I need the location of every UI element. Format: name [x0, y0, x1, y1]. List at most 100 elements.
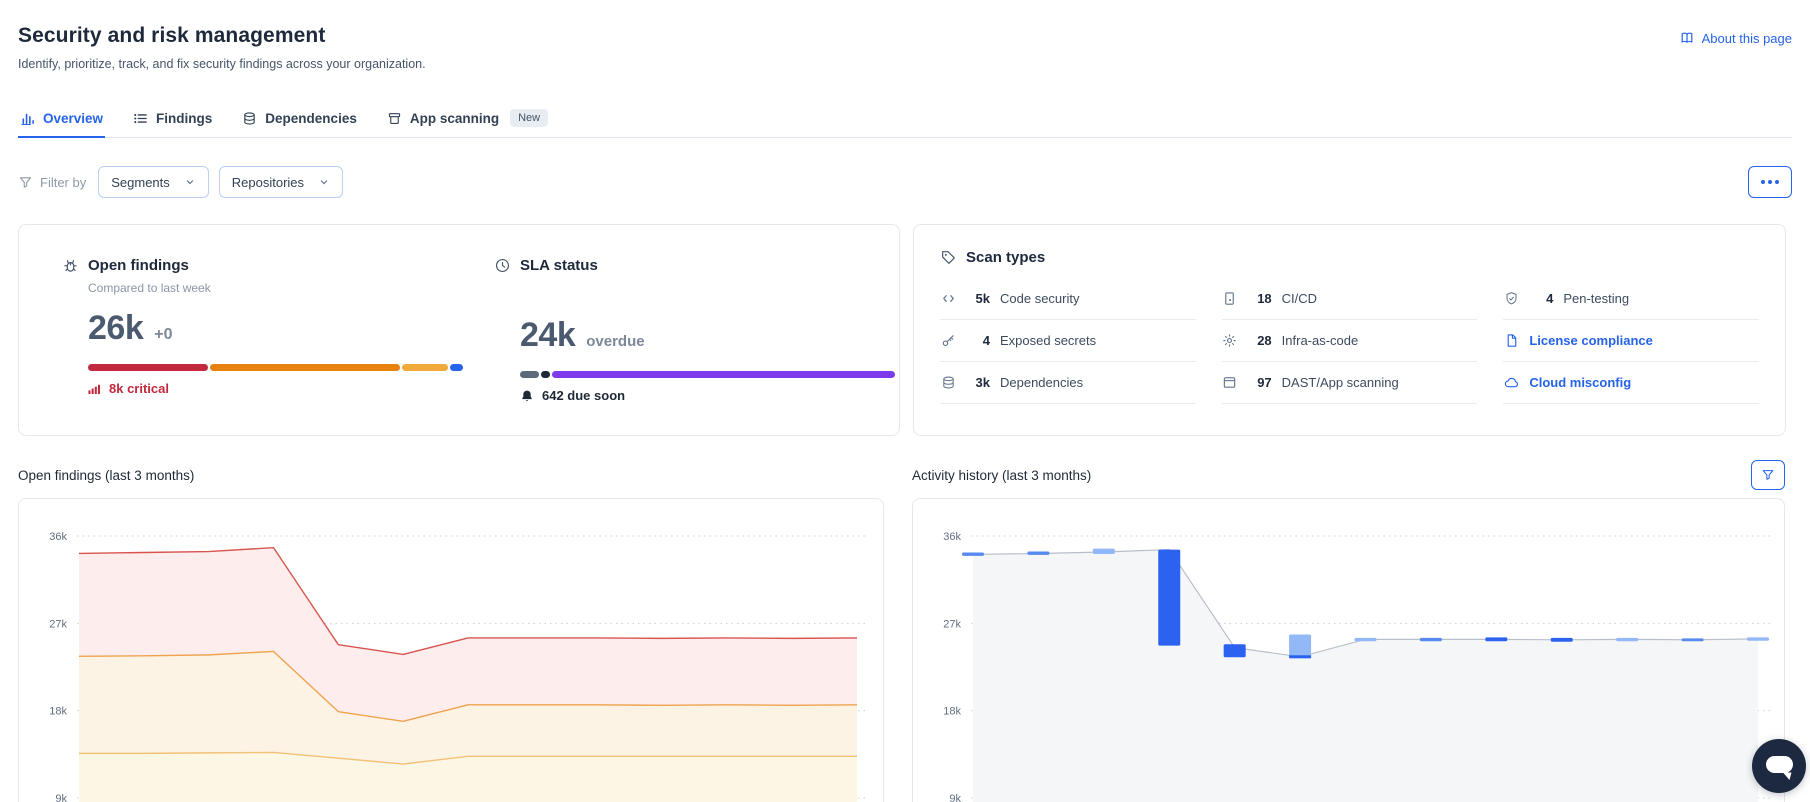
critical-stat-label: 8k critical — [109, 381, 169, 396]
open-findings-section: Open findings Compared to last week 26k … — [62, 257, 494, 435]
database-icon — [242, 111, 257, 126]
sla-value: 24k — [520, 316, 576, 354]
sla-status-title: SLA status — [520, 257, 598, 274]
page-header: Security and risk management About this … — [18, 0, 1792, 48]
scan-types-column-1: 5k Code security 4 Exposed secrets 3k De… — [940, 278, 1196, 404]
tab-dependencies-label: Dependencies — [265, 110, 357, 126]
repositories-dropdown[interactable]: Repositories — [218, 166, 344, 198]
open-findings-subtitle: Compared to last week — [88, 281, 211, 295]
open-findings-chart-block: Open findings (last 3 months) 36k 27k 18k 9… — [18, 460, 884, 802]
bug-icon — [62, 257, 79, 274]
new-badge: New — [510, 109, 549, 127]
tab-findings[interactable]: Findings — [133, 109, 212, 137]
filter-row: Filter by Segments Repositories — [18, 166, 1792, 198]
open-findings-area-chart: 36k 27k 18k 9k — [49, 531, 869, 802]
key-icon — [940, 333, 956, 348]
code-icon — [940, 291, 956, 306]
scan-type-cicd[interactable]: 18 CI/CD — [1221, 278, 1478, 320]
chevron-down-icon — [184, 176, 196, 188]
open-findings-chart-card: 36k 27k 18k 9k — [18, 498, 884, 802]
tab-overview-label: Overview — [43, 110, 104, 126]
sla-status-title-row: SLA status — [494, 257, 895, 274]
funnel-icon — [18, 175, 33, 190]
chat-widget-button[interactable] — [1752, 739, 1806, 793]
scan-type-dast-app-scanning[interactable]: 97 DAST/App scanning — [1221, 362, 1478, 404]
svg-text:27k: 27k — [943, 618, 961, 630]
svg-text:9k: 9k — [55, 793, 67, 802]
open-findings-value: 26k — [88, 309, 144, 347]
tag-icon — [940, 249, 957, 266]
activity-history-bar-chart: 36k 27k 18k 9k — [943, 531, 1770, 802]
svg-text:18k: 18k — [49, 706, 67, 718]
activity-filter-button[interactable] — [1751, 460, 1785, 490]
segments-dropdown[interactable]: Segments — [98, 166, 209, 198]
activity-history-chart-head: Activity history (last 3 months) — [912, 460, 1785, 490]
activity-history-chart-title: Activity history (last 3 months) — [912, 467, 1092, 483]
open-findings-title: Open findings — [88, 257, 189, 274]
tab-overview[interactable]: Overview — [17, 109, 106, 138]
scan-types-card: Scan types 5k Code security 4 Exposed se… — [913, 224, 1786, 436]
due-soon-stat: 642 due soon — [520, 388, 895, 403]
scan-types-column-2: 18 CI/CD 28 Infra-as-code 97 DAST/App sc… — [1221, 278, 1478, 404]
scan-type-dependencies[interactable]: 3k Dependencies — [940, 362, 1196, 404]
tab-app-scanning-label: App scanning — [409, 110, 500, 126]
svg-text:9k: 9k — [949, 793, 961, 802]
critical-stat: 8k critical — [88, 381, 494, 396]
page-title: Security and risk management — [18, 24, 326, 47]
segments-dropdown-value: Segments — [111, 174, 170, 190]
bar-chart-icon — [20, 111, 35, 126]
sla-bar — [520, 371, 895, 378]
svg-text:18k: 18k — [943, 706, 961, 718]
pipeline-file-icon — [1222, 291, 1238, 306]
scan-types-column-3: 4 Pen-testing License compliance Cloud m… — [1503, 278, 1759, 404]
document-icon — [1503, 333, 1519, 348]
svg-text:27k: 27k — [49, 618, 67, 630]
stats-card: Open findings Compared to last week 26k … — [18, 224, 900, 436]
repositories-dropdown-value: Repositories — [231, 174, 305, 190]
chevron-down-icon — [318, 176, 330, 188]
gear-icon — [1222, 333, 1238, 348]
activity-history-chart-card: 36k 27k 18k 9k — [912, 498, 1785, 802]
tab-dependencies[interactable]: Dependencies — [242, 109, 357, 137]
summary-row: Open findings Compared to last week 26k … — [18, 224, 1792, 436]
list-icon — [133, 111, 148, 126]
open-findings-delta: +0 — [154, 326, 173, 343]
sla-metric: 24k overdue — [520, 316, 895, 355]
open-findings-chart-head: Open findings (last 3 months) — [18, 460, 884, 490]
scan-types-title-row: Scan types — [940, 249, 1759, 266]
svg-text:36k: 36k — [49, 531, 67, 543]
severity-bar — [88, 364, 463, 371]
funnel-icon — [1761, 468, 1775, 482]
security-dashboard-page: Security and risk management About this … — [0, 0, 1810, 802]
database-icon — [940, 375, 956, 390]
charts-row: Open findings (last 3 months) 36k 27k 18k 9… — [18, 460, 1792, 802]
bell-icon — [520, 389, 534, 403]
tab-app-scanning[interactable]: App scanning New — [387, 109, 549, 137]
more-options-button[interactable] — [1748, 166, 1792, 198]
scan-type-exposed-secrets[interactable]: 4 Exposed secrets — [940, 320, 1196, 362]
mini-bars-icon — [88, 382, 101, 395]
scan-type-pen-testing[interactable]: 4 Pen-testing — [1503, 278, 1759, 320]
scan-type-cloud-misconfig[interactable]: Cloud misconfig — [1503, 362, 1759, 404]
page-subtitle: Identify, prioritize, track, and fix sec… — [18, 57, 426, 71]
open-findings-metric: 26k +0 — [88, 309, 494, 348]
about-this-page-link[interactable]: About this page — [1679, 30, 1792, 46]
clock-icon — [494, 257, 511, 274]
box-icon — [387, 111, 402, 126]
filter-by-label: Filter by — [18, 175, 86, 190]
open-findings-chart-title: Open findings (last 3 months) — [18, 467, 195, 483]
tab-findings-label: Findings — [156, 110, 213, 126]
chat-bubble-icon — [1752, 739, 1806, 793]
tab-bar: Overview Findings Dependencies App scann… — [17, 109, 1792, 138]
scan-type-code-security[interactable]: 5k Code security — [940, 278, 1196, 320]
book-icon — [1679, 30, 1695, 46]
scan-type-license-compliance[interactable]: License compliance — [1503, 320, 1759, 362]
scan-types-title: Scan types — [966, 249, 1046, 266]
svg-text:36k: 36k — [943, 531, 961, 543]
sla-status-section: SLA status 24k overdue 642 due soon — [494, 257, 895, 435]
scan-type-infra-as-code[interactable]: 28 Infra-as-code — [1221, 320, 1478, 362]
shield-check-icon — [1503, 291, 1519, 306]
browser-window-icon — [1222, 375, 1238, 390]
due-soon-label: 642 due soon — [542, 388, 626, 403]
sla-value-label: overdue — [586, 333, 645, 350]
